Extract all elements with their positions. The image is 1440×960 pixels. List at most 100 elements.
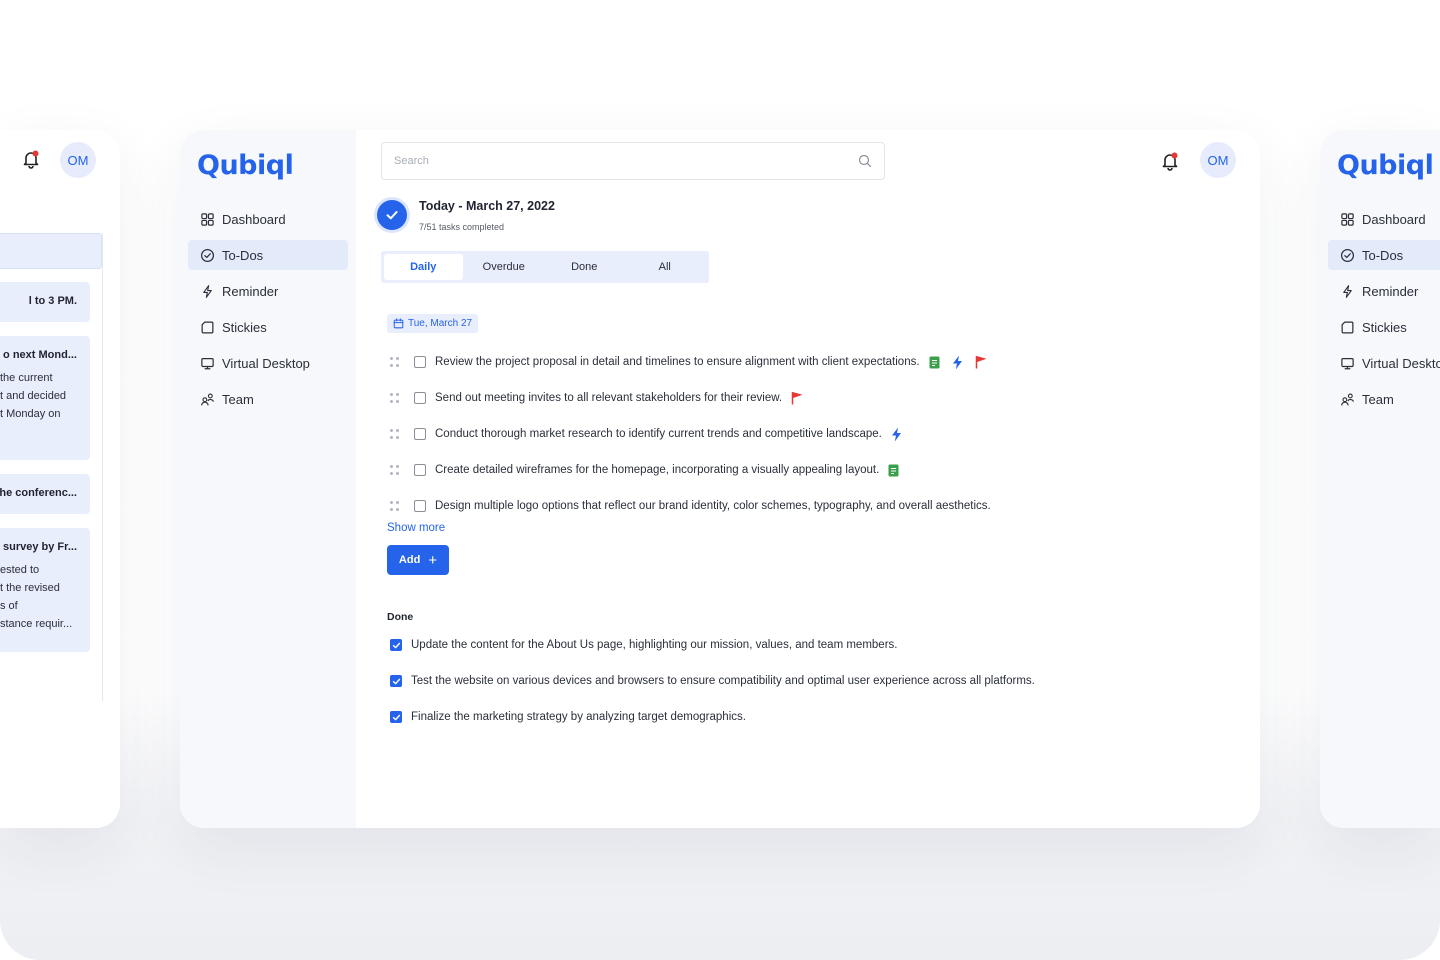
right-preview-card: Qubiql Dashboard To-Dos Reminder Stickie… <box>1320 130 1440 828</box>
main-app-card: Qubiql Dashboard To-Dos Reminder Stickie… <box>180 130 1260 828</box>
date-badge-label: Tue, March 27 <box>408 318 473 329</box>
list-item-description: the current t and decided t Monday on <box>0 372 67 420</box>
sidebar-item-label: Stickies <box>222 319 267 335</box>
task-row: Review the project proposal in detail an… <box>390 344 991 380</box>
list-item[interactable]: o next Mond... the current t and decided… <box>0 336 90 460</box>
left-preview-card: OM l to 3 PM. o next Mond... the current… <box>0 130 120 828</box>
drag-handle-icon[interactable] <box>390 393 400 403</box>
sidebar-item-team[interactable]: Team <box>1328 384 1440 414</box>
check-circle-icon <box>200 248 215 262</box>
sidebar-item-team[interactable]: Team <box>188 384 348 414</box>
task-row: Create detailed wireframes for the homep… <box>390 452 991 488</box>
done-task-text[interactable]: Update the content for the About Us page… <box>411 639 897 651</box>
sidebar-item-label: Virtual Desktop <box>222 355 310 371</box>
sidebar-item-todos[interactable]: To-Dos <box>1328 240 1440 270</box>
task-checkbox[interactable] <box>414 392 426 404</box>
drag-handle-icon[interactable] <box>390 429 400 439</box>
search-icon[interactable] <box>858 154 872 168</box>
flag-tag-icon[interactable] <box>791 391 803 405</box>
show-more-link[interactable]: Show more <box>387 522 445 534</box>
plus-icon: + <box>428 551 438 569</box>
task-checkbox[interactable] <box>414 464 426 476</box>
sidebar-item-dashboard[interactable]: Dashboard <box>1328 204 1440 234</box>
check-circle-icon <box>1340 248 1355 262</box>
tab-done[interactable]: Done <box>545 254 624 280</box>
list-item[interactable]: he conferenc... <box>0 474 90 514</box>
tab-overdue[interactable]: Overdue <box>465 254 544 280</box>
task-checkbox[interactable] <box>414 500 426 512</box>
search-input[interactable] <box>394 155 858 167</box>
dashboard-icon <box>1341 212 1354 226</box>
task-checkbox-checked[interactable] <box>390 711 402 723</box>
task-checkbox[interactable] <box>414 356 426 368</box>
notification-bell-icon[interactable] <box>20 148 42 170</box>
sidebar-item-label: Dashboard <box>222 211 286 227</box>
sidebar-item-todos[interactable]: To-Dos <box>188 240 348 270</box>
tab-daily[interactable]: Daily <box>384 254 463 280</box>
task-text[interactable]: Send out meeting invites to all relevant… <box>435 392 782 404</box>
task-text[interactable]: Review the project proposal in detail an… <box>435 356 920 368</box>
sidebar-item-label: Reminder <box>222 283 279 299</box>
notification-bell-icon[interactable] <box>1159 150 1181 172</box>
monitor-icon <box>201 357 214 369</box>
done-task-text[interactable]: Finalize the marketing strategy by analy… <box>411 711 746 723</box>
done-task-list: Update the content for the About Us page… <box>390 627 1035 735</box>
task-row: Conduct thorough market research to iden… <box>390 416 991 452</box>
app-logo[interactable]: Qubiql <box>197 150 294 181</box>
monitor-icon <box>1341 357 1354 369</box>
sidebar-item-dashboard[interactable]: Dashboard <box>188 204 348 234</box>
lightning-icon <box>203 284 212 298</box>
done-section-title: Done <box>387 611 414 623</box>
task-checkbox[interactable] <box>414 428 426 440</box>
user-avatar[interactable]: OM <box>1200 142 1236 178</box>
sidebar-nav: Dashboard To-Dos Reminder Stickies Virtu… <box>188 204 348 420</box>
today-check-icon <box>377 200 407 230</box>
filter-tabs: Daily Overdue Done All <box>381 251 709 283</box>
task-list: Review the project proposal in detail an… <box>390 344 991 524</box>
task-checkbox-checked[interactable] <box>390 675 402 687</box>
lightning-tag-icon[interactable] <box>952 355 963 370</box>
done-task-text[interactable]: Test the website on various devices and … <box>411 675 1035 687</box>
list-item[interactable]: survey by Fr... ested to t the revised s… <box>0 528 90 652</box>
note-tag-icon[interactable] <box>888 464 899 477</box>
sidebar-item-reminder[interactable]: Reminder <box>188 276 348 306</box>
add-button-label: Add <box>398 554 421 566</box>
drag-handle-icon[interactable] <box>390 501 400 511</box>
sidebar-item-stickies[interactable]: Stickies <box>188 312 348 342</box>
task-checkbox-checked[interactable] <box>390 639 402 651</box>
add-task-button[interactable]: Add + <box>387 545 449 575</box>
list-item[interactable]: l to 3 PM. <box>0 282 90 322</box>
done-task-row: Finalize the marketing strategy by analy… <box>390 699 1035 735</box>
app-logo[interactable]: Qubiql <box>1337 150 1434 181</box>
flag-tag-icon[interactable] <box>975 355 987 369</box>
search-bar <box>381 142 885 180</box>
task-text[interactable]: Create detailed wireframes for the homep… <box>435 464 879 476</box>
sidebar-item-label: To-Dos <box>222 247 264 263</box>
sidebar-item-reminder[interactable]: Reminder <box>1328 276 1440 306</box>
sidebar-item-virtual-desktop[interactable]: Virtual Desktop <box>1328 348 1440 378</box>
lightning-tag-icon[interactable] <box>891 427 902 442</box>
note-tag-icon[interactable] <box>929 356 940 369</box>
sidebar-item-label: Stickies <box>1362 319 1407 335</box>
done-task-row: Update the content for the About Us page… <box>390 627 1035 663</box>
sidebar-item-label: Team <box>222 391 254 407</box>
sidebar-item-virtual-desktop[interactable]: Virtual Desktop <box>188 348 348 378</box>
task-row: Design multiple logo options that reflec… <box>390 488 991 524</box>
list-item-title: o next Mond... <box>3 349 77 361</box>
sidebar-item-label: Virtual Desktop <box>1362 355 1440 371</box>
task-text[interactable]: Design multiple logo options that reflec… <box>435 500 991 512</box>
task-row: Send out meeting invites to all relevant… <box>390 380 991 416</box>
list-item-title: survey by Fr... <box>3 541 77 553</box>
list-item-title: l to 3 PM. <box>28 295 77 307</box>
drag-handle-icon[interactable] <box>390 465 400 475</box>
sticky-note-icon <box>201 321 214 333</box>
drag-handle-icon[interactable] <box>390 357 400 367</box>
task-text[interactable]: Conduct thorough market research to iden… <box>435 428 882 440</box>
page-title: Today - March 27, 2022 <box>419 199 555 213</box>
user-avatar[interactable]: OM <box>60 142 96 178</box>
done-task-row: Test the website on various devices and … <box>390 663 1035 699</box>
tab-all[interactable]: All <box>626 254 705 280</box>
list-item-description: ested to t the revised s of stance requi… <box>0 564 73 630</box>
sidebar-item-stickies[interactable]: Stickies <box>1328 312 1440 342</box>
sidebar-item-label: To-Dos <box>1362 247 1404 263</box>
